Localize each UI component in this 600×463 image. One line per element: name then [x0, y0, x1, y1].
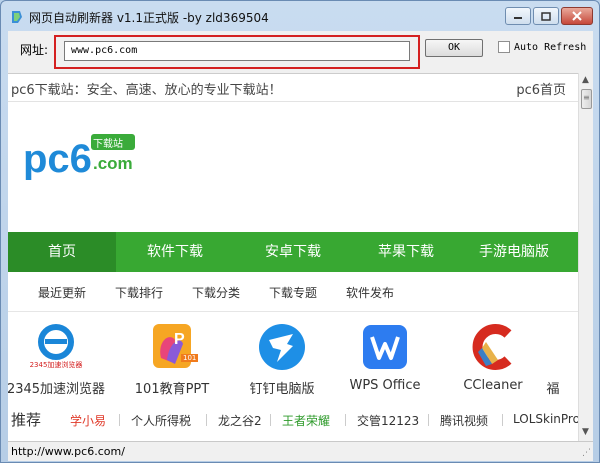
app-badge-2345: 2345加速浏览器	[29, 361, 83, 369]
app-wps-office[interactable]: WPS Office	[335, 322, 435, 393]
app-name: 101教育PPT	[134, 382, 210, 397]
subnav-publish[interactable]: 软件发布	[346, 284, 394, 301]
nav-item-apple[interactable]: 苹果下载	[352, 232, 460, 272]
auto-refresh-toggle[interactable]: Auto Refresh	[498, 41, 586, 53]
tag-separator	[428, 414, 429, 426]
app-partial[interactable]: 福	[523, 322, 578, 397]
window-title: 网页自动刷新器 v1.1正式版 -by zld369504	[29, 11, 269, 25]
app-101-ppt[interactable]: P 101 101教育PPT	[122, 322, 222, 397]
tag-separator	[119, 414, 120, 426]
client-area: 网址: www.pc6.com OK Auto Refresh pc6下载站：安…	[8, 31, 593, 461]
auto-refresh-label: Auto Refresh	[514, 41, 587, 53]
tags-title: 推荐	[11, 411, 42, 429]
browser-view[interactable]: pc6下载站：安全、高速、放心的专业下载站！ pc6首页 pc6 下载站 .co…	[8, 73, 578, 441]
wps-icon	[360, 322, 410, 372]
minimize-button[interactable]	[505, 7, 531, 25]
app-dingtalk[interactable]: 钉钉电脑版	[232, 322, 332, 397]
app-name: 福	[546, 382, 560, 397]
svg-text:pc6: pc6	[23, 137, 92, 180]
tag-item[interactable]: 学小易	[70, 412, 106, 429]
sub-nav: 最近更新 下载排行 下载分类 下载专题 软件发布	[8, 272, 578, 312]
tag-item[interactable]: 个人所得税	[131, 412, 191, 429]
tag-separator	[206, 414, 207, 426]
tag-item[interactable]: 王者荣耀	[282, 412, 330, 429]
tag-separator	[502, 414, 503, 426]
maximize-icon	[534, 8, 558, 24]
resize-grip-icon[interactable]: ⋰	[582, 448, 591, 458]
subnav-ranking[interactable]: 下载排行	[115, 284, 163, 301]
subnav-latest[interactable]: 最近更新	[38, 284, 86, 301]
subnav-topics[interactable]: 下载专题	[269, 284, 317, 301]
nav-item-mobile-games[interactable]: 手游电脑版	[460, 232, 568, 272]
ppt-icon: P 101	[147, 322, 199, 372]
url-label: 网址:	[20, 43, 49, 57]
status-bar: http://www.pc6.com/ ⋰	[8, 441, 593, 461]
app-icon	[12, 11, 22, 23]
home-link[interactable]: pc6首页	[516, 79, 566, 98]
scroll-down-icon[interactable]: ▼	[582, 427, 589, 437]
app-badge-101: 101	[181, 354, 199, 362]
grip-icon: ≡	[583, 93, 590, 102]
site-top-bar: pc6下载站：安全、高速、放心的专业下载站！ pc6首页	[8, 74, 578, 102]
vertical-scrollbar[interactable]: ▲ ≡ ▼	[578, 73, 593, 441]
tag-item[interactable]: 交管12123	[357, 412, 419, 429]
nav-item-android[interactable]: 安卓下载	[234, 232, 352, 272]
tag-separator	[345, 414, 346, 426]
app-name: 2345加速浏览器	[8, 382, 106, 397]
tag-item[interactable]: 腾讯视频	[440, 412, 488, 429]
app-name: 钉钉电脑版	[249, 382, 315, 397]
logo-badge: 下载站	[93, 139, 123, 150]
scroll-up-icon[interactable]: ▲	[582, 75, 589, 85]
url-input[interactable]: www.pc6.com	[64, 41, 410, 61]
tag-item[interactable]: LOLSkinPro	[513, 412, 578, 426]
app-name: WPS Office	[349, 378, 421, 393]
auto-refresh-checkbox[interactable]	[498, 41, 510, 53]
url-highlight-box: www.pc6.com	[54, 35, 420, 69]
app-window: 网页自动刷新器 v1.1正式版 -by zld369504 网址: www.pc…	[0, 0, 600, 463]
maximize-button[interactable]	[533, 7, 559, 25]
recommend-tags: 推荐 学小易 个人所得税 龙之谷2 王者荣耀 交管12123 腾讯视频 LOLS…	[8, 409, 578, 435]
close-button[interactable]	[561, 7, 593, 25]
svg-text:P: P	[174, 331, 185, 348]
status-url: http://www.pc6.com/	[11, 445, 125, 458]
logo-suffix: .com	[93, 154, 133, 173]
main-nav: 首页 软件下载 安卓下载 苹果下载 手游电脑版	[8, 232, 578, 272]
tag-item[interactable]: 龙之谷2	[218, 412, 262, 429]
subnav-categories[interactable]: 下载分类	[192, 284, 240, 301]
tag-separator	[270, 414, 271, 426]
site-slogan: pc6下载站：安全、高速、放心的专业下载站！	[11, 83, 282, 98]
ccleaner-icon	[468, 322, 518, 372]
ok-button[interactable]: OK	[425, 39, 483, 57]
vertical-scroll-thumb[interactable]: ≡	[581, 89, 592, 109]
title-bar[interactable]: 网页自动刷新器 v1.1正式版 -by zld369504	[1, 1, 599, 31]
browser-e-icon: 2345加速浏览器	[30, 322, 82, 372]
site-logo[interactable]: pc6 下载站 .com	[23, 130, 143, 181]
nav-item-home[interactable]: 首页	[8, 232, 116, 272]
close-icon	[562, 8, 592, 24]
app-2345-browser[interactable]: 2345加速浏览器 2345加速浏览器	[8, 322, 106, 397]
minimize-icon	[506, 8, 530, 24]
nav-item-software[interactable]: 软件下载	[116, 232, 234, 272]
featured-apps: 2345加速浏览器 2345加速浏览器 P 101 101教育PPT 钉钉电脑版…	[8, 322, 578, 402]
dingtalk-icon	[257, 322, 307, 372]
